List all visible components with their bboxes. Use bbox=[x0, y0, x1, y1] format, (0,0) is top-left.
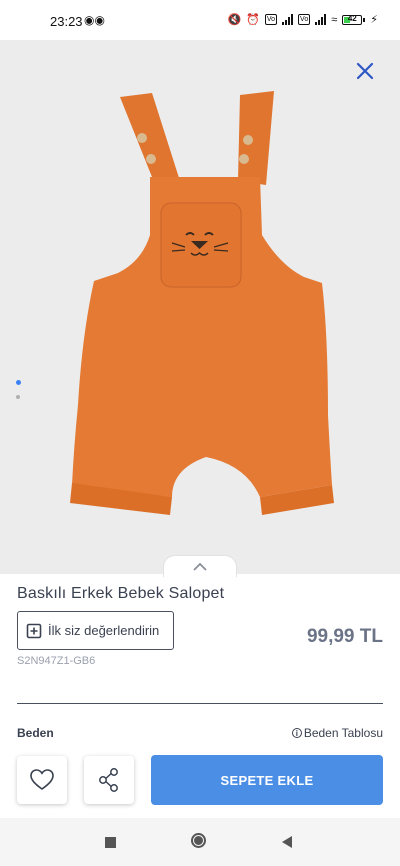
home-button[interactable] bbox=[191, 833, 206, 848]
info-icon: i bbox=[291, 728, 302, 738]
product-sku: S2N947Z1-GB6 bbox=[17, 655, 96, 667]
share-icon bbox=[99, 768, 118, 792]
signal-icon bbox=[282, 14, 294, 25]
share-button[interactable] bbox=[84, 756, 134, 804]
status-time: 23:23 bbox=[50, 14, 83, 29]
volte-icon-2: Vo bbox=[298, 14, 311, 25]
rate-product-button[interactable]: İlk siz değerlendirin bbox=[17, 611, 174, 650]
signal-icon-2 bbox=[315, 14, 327, 25]
status-bar: 23:23 ◉◉ 🔇 ⏰ Vo Vo ≈ 42 ⚡ bbox=[0, 0, 400, 40]
expand-details-button[interactable] bbox=[163, 555, 237, 577]
product-price: 99,99 TL bbox=[306, 626, 383, 647]
product-image bbox=[70, 91, 334, 515]
add-to-cart-button[interactable]: SEPETE EKLE bbox=[151, 755, 383, 805]
charging-icon: ⚡ bbox=[370, 14, 378, 26]
mute-icon: 🔇 bbox=[227, 14, 242, 26]
battery-level: 42 bbox=[347, 13, 357, 23]
pager-dot-active[interactable] bbox=[15, 380, 21, 385]
wifi-icon: ≈ bbox=[331, 13, 338, 26]
heart-icon bbox=[30, 769, 54, 790]
close-icon[interactable] bbox=[352, 58, 378, 84]
volte-icon: Vo bbox=[264, 14, 278, 25]
rate-label: İlk siz değerlendirin bbox=[48, 623, 160, 638]
recents-button[interactable] bbox=[105, 837, 116, 848]
incognito-icon: ◉◉ bbox=[84, 13, 105, 27]
gallery-pager bbox=[15, 380, 21, 409]
pager-dot[interactable] bbox=[16, 395, 20, 399]
battery-icon: 42 bbox=[342, 13, 366, 25]
size-label: Beden bbox=[17, 726, 54, 740]
alarm-icon: ⏰ bbox=[246, 14, 260, 26]
chevron-up-icon bbox=[193, 562, 207, 571]
back-button[interactable] bbox=[282, 836, 292, 848]
size-table-label: Beden Tablosu bbox=[303, 726, 383, 740]
status-icons: 🔇 ⏰ Vo Vo ≈ 42 ⚡ bbox=[227, 13, 378, 27]
size-table-link[interactable]: i Beden Tablosu bbox=[291, 726, 383, 740]
divider bbox=[17, 703, 383, 704]
plus-square-icon bbox=[26, 623, 42, 638]
product-title: Baskılı Erkek Bebek Salopet bbox=[17, 585, 225, 602]
favorite-button[interactable] bbox=[17, 756, 67, 804]
